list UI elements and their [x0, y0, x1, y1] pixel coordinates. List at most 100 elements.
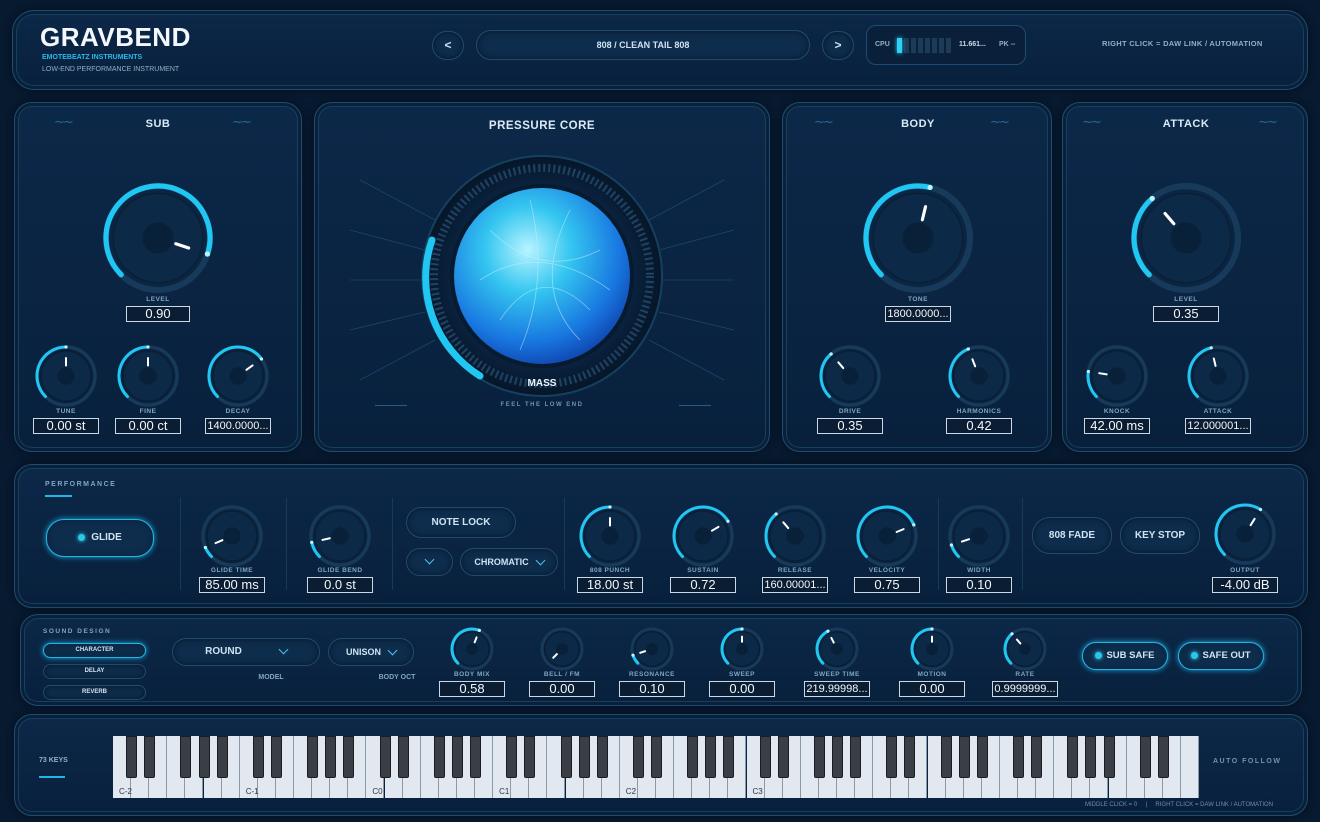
key-stop-button[interactable]: KEY STOP — [1120, 517, 1200, 554]
tab-delay[interactable]: DELAY — [43, 664, 146, 679]
piano-black-key[interactable] — [1085, 736, 1097, 778]
sub-safe-toggle[interactable]: SUB SAFE — [1082, 642, 1168, 670]
sub-tune-knob[interactable] — [29, 339, 103, 413]
piano-black-key[interactable] — [1103, 736, 1115, 778]
punch-knob[interactable] — [573, 499, 647, 573]
body-drive-knob[interactable] — [813, 339, 887, 413]
piano-black-key[interactable] — [1067, 736, 1079, 778]
sweep-time-knob[interactable] — [809, 621, 865, 677]
glide-toggle[interactable]: GLIDE — [46, 519, 154, 557]
sweep-time-value-field[interactable]: 219.99998... — [804, 681, 870, 697]
body-mix-knob[interactable] — [444, 621, 500, 677]
glide-bend-value-field[interactable]: 0.0 st — [307, 577, 373, 593]
sweep-knob[interactable] — [714, 621, 770, 677]
punch-value-field[interactable]: 18.00 st — [577, 577, 643, 593]
release-knob[interactable] — [758, 499, 832, 573]
glide-time-knob[interactable] — [195, 499, 269, 573]
release-value-field[interactable]: 160.00001... — [762, 577, 828, 593]
piano-black-key[interactable] — [832, 736, 843, 778]
piano-black-key[interactable] — [379, 736, 391, 778]
output-knob[interactable] — [1208, 497, 1282, 571]
piano-black-key[interactable] — [976, 736, 988, 778]
note-lock-button[interactable]: NOTE LOCK — [406, 507, 516, 538]
sustain-value-field[interactable]: 0.72 — [670, 577, 736, 593]
piano-black-key[interactable] — [687, 736, 699, 778]
piano-black-key[interactable] — [723, 736, 735, 778]
motion-knob[interactable] — [904, 621, 960, 677]
piano-black-key[interactable] — [470, 736, 481, 778]
note-lock-dropdown[interactable] — [406, 548, 453, 576]
prev-preset-button[interactable]: < — [432, 31, 464, 60]
resonance-knob[interactable] — [624, 621, 680, 677]
bell-fm-value-field[interactable]: 0.00 — [529, 681, 595, 697]
piano-black-key[interactable] — [705, 736, 717, 778]
model-dropdown[interactable]: ROUND — [172, 638, 320, 666]
attack-attack-value-field[interactable]: 12.000001... — [1185, 418, 1251, 434]
body-tone-knob[interactable] — [858, 178, 978, 298]
safe-out-toggle[interactable]: SAFE OUT — [1178, 642, 1264, 670]
piano-black-key[interactable] — [1031, 736, 1043, 778]
body-harmonics-value-field[interactable]: 0.42 — [946, 418, 1012, 434]
piano-black-key[interactable] — [904, 736, 916, 778]
piano-black-key[interactable] — [216, 736, 228, 778]
sub-fine-knob[interactable] — [111, 339, 185, 413]
piano-black-key[interactable] — [524, 736, 536, 778]
sustain-knob[interactable] — [666, 499, 740, 573]
output-value-field[interactable]: -4.00 dB — [1212, 577, 1278, 593]
auto-follow-label[interactable]: AUTO FOLLOW — [1213, 758, 1281, 765]
preset-name-display[interactable]: 808 / CLEAN TAIL 808 — [476, 30, 810, 60]
piano-black-key[interactable] — [578, 736, 590, 778]
piano-black-key[interactable] — [759, 736, 771, 778]
body-harmonics-knob[interactable] — [942, 339, 1016, 413]
attack-attack-knob[interactable] — [1181, 339, 1255, 413]
piano-black-key[interactable] — [632, 736, 644, 778]
attack-knock-knob[interactable] — [1080, 339, 1154, 413]
rate-value-field[interactable]: 0.9999999... — [992, 681, 1058, 697]
808-fade-button[interactable]: 808 FADE — [1032, 517, 1112, 554]
glide-time-value-field[interactable]: 85.00 ms — [199, 577, 265, 593]
sub-decay-value-field[interactable]: 1400.0000... — [205, 418, 271, 434]
attack-knock-value-field[interactable]: 42.00 ms — [1084, 418, 1150, 434]
piano-black-key[interactable] — [1139, 736, 1151, 778]
body-drive-value-field[interactable]: 0.35 — [817, 418, 883, 434]
body-mix-value-field[interactable]: 0.58 — [439, 681, 505, 697]
piano-black-key[interactable] — [451, 736, 463, 778]
piano-black-key[interactable] — [270, 736, 282, 778]
piano-black-key[interactable] — [506, 736, 518, 778]
piano-black-key[interactable] — [252, 736, 264, 778]
pressure-core-visual[interactable] — [340, 140, 744, 400]
bell-fm-knob[interactable] — [534, 621, 590, 677]
glide-bend-knob[interactable] — [303, 499, 377, 573]
piano-black-key[interactable] — [180, 736, 192, 778]
tab-reverb[interactable]: REVERB — [43, 685, 146, 700]
piano-black-key[interactable] — [886, 736, 898, 778]
piano-black-key[interactable] — [1157, 736, 1169, 778]
sub-level-value-field[interactable]: 0.90 — [126, 306, 190, 322]
scale-dropdown[interactable]: CHROMATIC — [460, 548, 558, 576]
piano-black-key[interactable] — [651, 736, 662, 778]
tab-character[interactable]: CHARACTER — [43, 643, 146, 658]
piano-black-key[interactable] — [144, 736, 156, 778]
piano-black-key[interactable] — [596, 736, 608, 778]
sub-decay-knob[interactable] — [201, 339, 275, 413]
piano-black-key[interactable] — [560, 736, 572, 778]
piano-black-key[interactable] — [397, 736, 409, 778]
sweep-value-field[interactable]: 0.00 — [709, 681, 775, 697]
piano-black-key[interactable] — [325, 736, 337, 778]
piano-black-key[interactable] — [940, 736, 952, 778]
piano-black-key[interactable] — [850, 736, 862, 778]
sub-tune-value-field[interactable]: 0.00 st — [33, 418, 99, 434]
rate-knob[interactable] — [997, 621, 1053, 677]
resonance-value-field[interactable]: 0.10 — [619, 681, 685, 697]
motion-value-field[interactable]: 0.00 — [899, 681, 965, 697]
piano-white-key[interactable] — [1180, 736, 1199, 798]
width-knob[interactable] — [942, 499, 1016, 573]
piano-black-key[interactable] — [126, 736, 138, 778]
width-value-field[interactable]: 0.10 — [946, 577, 1012, 593]
piano-black-key[interactable] — [198, 736, 210, 778]
body-tone-value-field[interactable]: 1800.0000... — [885, 306, 951, 322]
sub-level-knob[interactable] — [98, 178, 218, 298]
piano-black-key[interactable] — [343, 736, 355, 778]
piano-black-key[interactable] — [1013, 736, 1024, 778]
sub-fine-value-field[interactable]: 0.00 ct — [115, 418, 181, 434]
